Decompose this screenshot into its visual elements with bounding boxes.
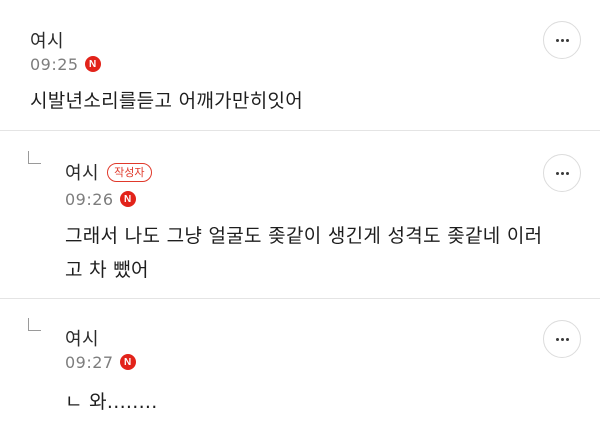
writer-badge: 작성자: [107, 162, 152, 182]
more-horizontal-icon: [555, 171, 569, 175]
comment-time: 09:27: [65, 352, 114, 372]
comment-reply-item: 여시 09:27 N ㄴ 와........: [0, 299, 600, 439]
comment-reply-item: 여시 작성자 09:26 N 그래서 나도 그냥 얼굴도 좆같이 생긴게 성격도…: [0, 131, 600, 298]
new-badge-icon: N: [119, 354, 136, 370]
more-horizontal-icon: [555, 38, 569, 42]
comment-more-button[interactable]: [543, 21, 581, 59]
comment-author-row: 여시 작성자: [65, 160, 152, 184]
comment-more-button[interactable]: [543, 154, 581, 192]
comment-body: 시발년소리를듣고 어깨가만히잇어: [30, 84, 303, 118]
more-horizontal-icon: [555, 337, 569, 341]
comment-author[interactable]: 여시: [30, 27, 64, 53]
comment-body: ㄴ 와........: [65, 385, 158, 419]
comment-body: 그래서 나도 그냥 얼굴도 좆같이 생긴게 성격도 좆같네 이러 고 차 뺐어: [65, 219, 542, 287]
comment-item: 여시 09:25 N 시발년소리를듣고 어깨가만히잇어: [0, 0, 600, 130]
comment-time: 09:25: [30, 54, 79, 74]
comment-meta: 09:25 N: [30, 54, 101, 74]
reply-arrow-icon: [28, 151, 41, 164]
comment-more-button[interactable]: [543, 320, 581, 358]
new-badge-icon: N: [119, 191, 136, 207]
comment-body-line: 시발년소리를듣고 어깨가만히잇어: [30, 90, 304, 112]
comment-meta: 09:27 N: [65, 352, 136, 372]
comment-body-line: ㄴ 와........: [65, 391, 158, 413]
comment-body-line: 그래서 나도 그냥 얼굴도 좆같이 생긴게 성격도 좆같네 이러: [65, 225, 543, 247]
comment-time: 09:26: [65, 189, 114, 209]
comment-author-row: 여시: [65, 326, 99, 350]
new-badge-icon: N: [84, 56, 101, 72]
reply-arrow-icon: [28, 318, 41, 331]
comment-body-line: 고 차 뺐어: [65, 259, 149, 281]
comment-author-row: 여시: [30, 28, 64, 52]
comment-author[interactable]: 여시: [65, 159, 99, 185]
comment-author[interactable]: 여시: [65, 325, 99, 351]
comment-meta: 09:26 N: [65, 189, 136, 209]
